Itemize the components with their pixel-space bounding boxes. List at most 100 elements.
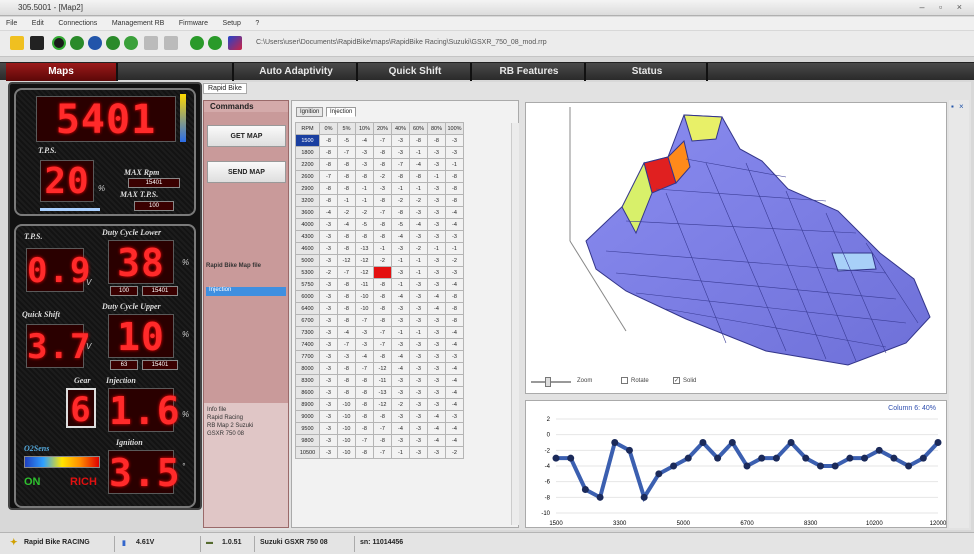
table-cell[interactable]: -8: [355, 410, 374, 423]
pin-icon[interactable]: ▪: [951, 102, 954, 111]
menu-firmware[interactable]: Firmware: [173, 18, 214, 29]
table-cell[interactable]: -8: [319, 194, 338, 207]
table-cell[interactable]: -3: [319, 434, 338, 447]
table-cell[interactable]: -4: [391, 362, 410, 375]
table-cell[interactable]: -8: [373, 302, 392, 315]
table-cell[interactable]: -10: [337, 410, 356, 423]
data-point[interactable]: [728, 439, 736, 446]
table-cell[interactable]: -8: [427, 134, 446, 147]
table-cell[interactable]: -4: [445, 386, 464, 399]
rpm-cell[interactable]: 2200: [295, 158, 320, 171]
table-cell[interactable]: -8: [445, 194, 464, 207]
table-cell[interactable]: -1: [391, 254, 410, 267]
table-cell[interactable]: -3: [427, 182, 446, 195]
table-scrollbar[interactable]: [511, 123, 519, 525]
table-cell[interactable]: -3: [319, 230, 338, 243]
table-cell[interactable]: -3: [355, 338, 374, 351]
table-cell[interactable]: -10: [355, 290, 374, 303]
column-header[interactable]: 100%: [445, 122, 464, 135]
data-point[interactable]: [890, 454, 898, 462]
table-cell[interactable]: -7: [337, 146, 356, 159]
table-cell[interactable]: -4: [445, 338, 464, 351]
open-icon[interactable]: [10, 36, 24, 50]
table-cell[interactable]: -3: [427, 374, 446, 387]
table-cell[interactable]: -8: [373, 314, 392, 327]
table-cell[interactable]: -8: [337, 158, 356, 171]
table-cell[interactable]: -4: [391, 422, 410, 435]
table-cell[interactable]: -4: [445, 434, 464, 447]
table-cell[interactable]: -8: [445, 290, 464, 303]
table-cell[interactable]: -7: [373, 134, 392, 147]
table-cell[interactable]: -12: [337, 254, 356, 267]
table-cell[interactable]: -2: [445, 254, 464, 267]
tab-auto-adaptivity[interactable]: Auto Adaptivity: [236, 63, 358, 81]
table-cell[interactable]: -3: [391, 410, 410, 423]
table-cell[interactable]: -3: [319, 446, 338, 459]
table-cell[interactable]: -1: [355, 182, 374, 195]
close-panel-icon[interactable]: ×: [959, 102, 964, 111]
table-cell[interactable]: -4: [445, 362, 464, 375]
table-cell[interactable]: -8: [355, 422, 374, 435]
rotate-checkbox[interactable]: [621, 377, 628, 384]
table-cell[interactable]: -8: [355, 398, 374, 411]
table-cell[interactable]: -3: [427, 266, 446, 279]
table-cell[interactable]: -8: [373, 158, 392, 171]
column-header[interactable]: 60%: [409, 122, 428, 135]
table-cell[interactable]: -3: [319, 362, 338, 375]
table-cell[interactable]: -8: [319, 182, 338, 195]
table-cell[interactable]: -1: [409, 254, 428, 267]
table-cell[interactable]: -3: [445, 266, 464, 279]
tab-unnamed[interactable]: [120, 63, 234, 81]
table-cell[interactable]: -4: [445, 218, 464, 231]
table-cell[interactable]: -3: [409, 398, 428, 411]
tab-status[interactable]: Status: [588, 63, 708, 81]
data-point[interactable]: [714, 454, 722, 462]
tab-quick-shift[interactable]: Quick Shift: [360, 63, 472, 81]
table-cell[interactable]: -8: [445, 302, 464, 315]
data-point[interactable]: [846, 454, 854, 462]
table-cell[interactable]: -8: [337, 314, 356, 327]
table-cell[interactable]: -8: [337, 242, 356, 255]
table-cell[interactable]: -10: [355, 302, 374, 315]
menu-management[interactable]: Management RB: [106, 18, 171, 29]
table-cell[interactable]: -8: [409, 134, 428, 147]
table-cell[interactable]: -1: [409, 326, 428, 339]
graph-icon[interactable]: [228, 36, 242, 50]
table-cell[interactable]: -1: [427, 242, 446, 255]
table-cell[interactable]: -7: [373, 422, 392, 435]
table-cell[interactable]: -3: [319, 338, 338, 351]
data-point[interactable]: [684, 454, 692, 462]
table-cell[interactable]: -10: [337, 446, 356, 459]
send-map-button[interactable]: SEND MAP: [207, 161, 286, 183]
copy-icon[interactable]: [144, 36, 158, 50]
table-cell[interactable]: -3: [319, 242, 338, 255]
table-cell[interactable]: -3: [391, 146, 410, 159]
table-cell[interactable]: -3: [409, 314, 428, 327]
rpm-cell[interactable]: 7300: [295, 326, 320, 339]
table-cell[interactable]: -7: [355, 362, 374, 375]
table-cell[interactable]: -3: [445, 410, 464, 423]
table-cell[interactable]: -1: [373, 242, 392, 255]
data-point[interactable]: [905, 462, 913, 470]
table-cell[interactable]: -8: [445, 170, 464, 183]
table-cell[interactable]: -8: [337, 278, 356, 291]
table-cell[interactable]: -3: [427, 446, 446, 459]
rpm-cell[interactable]: 8000: [295, 362, 320, 375]
table-cell[interactable]: -3: [427, 386, 446, 399]
data-point[interactable]: [919, 454, 927, 462]
data-point[interactable]: [934, 439, 942, 446]
rapid-bike-tab[interactable]: Rapid Bike: [203, 83, 247, 94]
table-cell[interactable]: -7: [355, 434, 374, 447]
tab-rb-features[interactable]: RB Features: [474, 63, 586, 81]
table-cell[interactable]: -4: [427, 434, 446, 447]
table-cell[interactable]: -8: [319, 146, 338, 159]
table-cell[interactable]: -7: [373, 446, 392, 459]
rpm-cell[interactable]: 9000: [295, 410, 320, 423]
table-cell[interactable]: -8: [391, 206, 410, 219]
table-cell[interactable]: -11: [373, 374, 392, 387]
table-cell[interactable]: -1: [355, 194, 374, 207]
table-cell[interactable]: -8: [355, 170, 374, 183]
paste-icon[interactable]: [164, 36, 178, 50]
table-cell[interactable]: -3: [319, 254, 338, 267]
table-cell[interactable]: -3: [427, 158, 446, 171]
